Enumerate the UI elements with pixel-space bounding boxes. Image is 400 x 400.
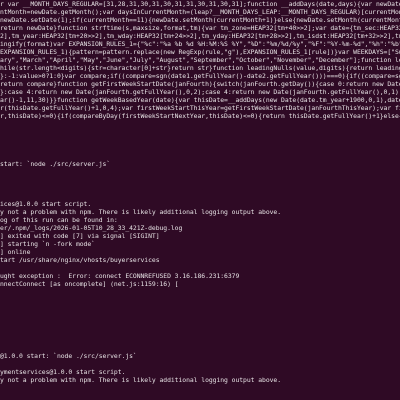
terminal-line: nnectConnect [as oncomplete] (net.js:115… <box>0 280 179 288</box>
terminal-line: hile(str.length<digits){str=character[0]… <box>0 64 400 72</box>
terminal-line: ymentservices@1.0.0 start script. <box>0 368 126 376</box>
terminal-line: og of this run can be found in: <box>0 216 118 224</box>
terminal-line: ] exited with code [7] via signal [SIGIN… <box>0 232 160 240</box>
terminal-line: }:case 4:return new Date(janFourth.getFu… <box>0 88 400 96</box>
terminal-line: ary","March","April","May","June","July"… <box>0 56 400 64</box>
terminal-line: ices@1.0.0 start script. <box>0 200 92 208</box>
terminal-line: ught exception : Error: connect ECONNREF… <box>0 272 240 280</box>
terminal-line: EXPANSION_RULES_1){pattern=pattern.repla… <box>0 48 400 56</box>
terminal-line: y not a problem with npm. There is likel… <box>0 376 282 384</box>
terminal-line: y not a problem with npm. There is likel… <box>0 208 282 216</box>
terminal-line: 2],tm_year:HEAP32[tm+20>>2],tm_wday:HEAP… <box>0 32 400 40</box>
terminal-line: tart /usr/share/nginx/vhosts/buyerservic… <box>0 256 160 264</box>
terminal-line: ] online <box>0 248 31 256</box>
terminal-line: er/.npm/_logs/2026-01-05T10_28_33_421Z-d… <box>0 224 183 232</box>
terminal-line: newDate.setDate(1);if(currentMonth==11){… <box>0 16 400 24</box>
terminal-line: r var __MONTH_DAYS_REGULAR=[31,28,31,30,… <box>0 0 400 8</box>
terminal-line: return compare}function getFirstWeekStar… <box>0 80 400 88</box>
terminal-line: @1.0.0 start: `node ./src/server.js` <box>0 352 137 360</box>
terminal-line: r,thisDate)<=0){if(compareByDay(firstWee… <box>0 112 400 120</box>
terminal-line: r(thisDate.getFullYear()+1,0,4);var firs… <box>0 104 400 112</box>
terminal-line: ntMonth=newDate.getMonth();var daysInCur… <box>0 8 400 16</box>
terminal-line: start: `node ./src/server.js` <box>0 160 111 168</box>
terminal-line: ingify(format)var EXPANSION_RULES_1={"%c… <box>0 40 400 48</box>
terminal-line: ar()-1,11,30)}}function getWeekBasedYear… <box>0 96 400 104</box>
terminal-line: return newDate}function strftime(s,maxsi… <box>0 24 400 32</box>
terminal-line: }:-1:value>0?1:0}var compare;if((compare… <box>0 72 400 80</box>
terminal-window[interactable]: r var __MONTH_DAYS_REGULAR=[31,28,31,30,… <box>0 0 400 400</box>
terminal-line: ] starting `n -fork mode` <box>0 240 95 248</box>
